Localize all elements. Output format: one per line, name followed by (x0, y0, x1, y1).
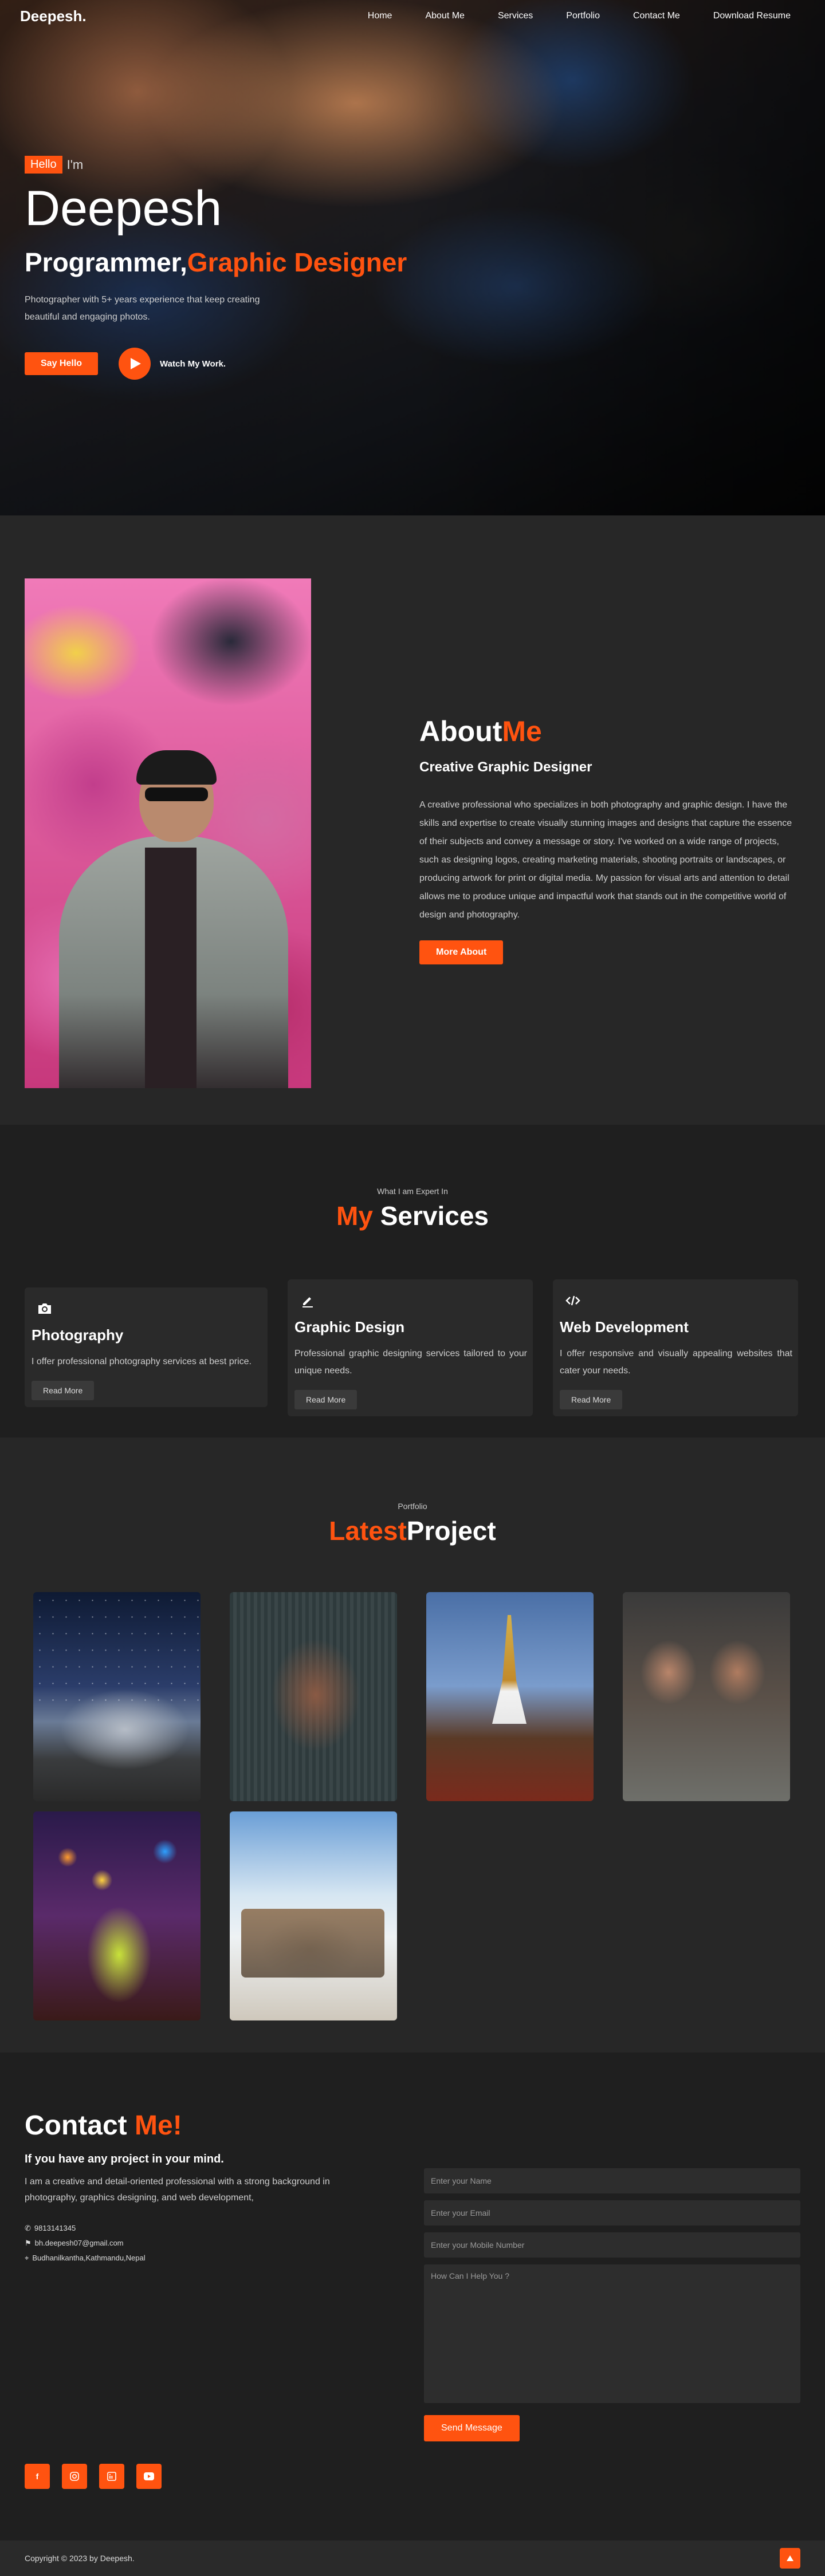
project-tile-wood-carving[interactable] (230, 1592, 397, 1801)
nav-link-about[interactable]: About Me (425, 11, 464, 21)
services-title-accent: My (336, 1201, 373, 1231)
email-input[interactable] (424, 2200, 800, 2226)
mobile-input[interactable] (424, 2232, 800, 2258)
service-card-graphic-design: Graphic Design Professional graphic desi… (288, 1279, 533, 1416)
nav-link-home[interactable]: Home (368, 11, 392, 21)
hero-description: Photographer with 5+ years experience th… (25, 295, 260, 322)
about-title: AboutMe (419, 715, 799, 748)
portfolio-title-plain: Project (406, 1516, 496, 1546)
about-portrait-image (25, 578, 311, 1088)
service-title: Web Development (560, 1318, 689, 1336)
nav-links: Home About Me Services Portfolio Contact… (368, 11, 791, 21)
camera-icon (36, 1300, 53, 1317)
portfolio-title: LatestProject (0, 1515, 825, 1546)
contact-subtitle: If you have any project in your mind. (25, 2153, 224, 2165)
hero-section: Hello I'm Deepesh Programmer,Graphic Des… (0, 0, 825, 515)
site-logo[interactable]: Deepesh. (20, 7, 87, 25)
more-about-button[interactable]: More About (419, 940, 504, 964)
hello-row: Hello I'm (25, 156, 407, 174)
im-text: I'm (66, 157, 84, 172)
portfolio-kicker: Portfolio (398, 1502, 427, 1511)
footer: Copyright © 2023 by Deepesh. (0, 2540, 825, 2576)
play-icon[interactable] (119, 348, 151, 380)
project-tile-truck-illustration[interactable] (230, 1811, 397, 2020)
portfolio-title-accent: Latest (329, 1516, 407, 1546)
linkedin-icon[interactable] (99, 2464, 124, 2489)
scroll-to-top-icon[interactable] (780, 2548, 800, 2569)
instagram-icon[interactable] (62, 2464, 87, 2489)
contact-title-plain: Contact (25, 2110, 127, 2141)
about-title-plain: About (419, 715, 502, 747)
phone-row: ✆ 9813141345 (25, 2221, 380, 2236)
phone-icon: ✆ (25, 2224, 31, 2232)
nav-link-contact[interactable]: Contact Me (633, 11, 680, 21)
address-row: ⌖ Budhanilkantha,Kathmandu,Nepal (25, 2251, 380, 2266)
say-hello-button[interactable]: Say Hello (25, 352, 99, 375)
contact-title-accent: Me! (135, 2110, 182, 2141)
about-text: AboutMe Creative Graphic Designer A crea… (419, 715, 799, 964)
facebook-icon[interactable]: f (25, 2464, 50, 2489)
role-accent: Graphic Designer (187, 247, 407, 277)
service-description: Professional graphic designing services … (294, 1349, 527, 1376)
read-more-button[interactable]: Read More (560, 1390, 623, 1409)
nav-link-services[interactable]: Services (498, 11, 533, 21)
read-more-button[interactable]: Read More (294, 1390, 358, 1409)
role-plain: Programmer, (25, 247, 187, 277)
phone-text[interactable]: 9813141345 (34, 2221, 76, 2236)
service-card-photography: Photography I offer professional photogr… (25, 1287, 268, 1407)
hero-actions: Say Hello Watch My Work. (25, 348, 407, 380)
about-subtitle: Creative Graphic Designer (419, 759, 592, 775)
address-text: Budhanilkantha,Kathmandu,Nepal (32, 2254, 146, 2262)
project-grid (33, 1592, 790, 2020)
social-links: f (25, 2464, 162, 2489)
project-tile-stupa[interactable] (426, 1592, 594, 1801)
contact-details: ✆ 9813141345 ⚑ bh.deepesh07@gmail.com ⌖ … (25, 2221, 380, 2266)
project-tile-motorbike[interactable] (33, 1811, 201, 2020)
services-section: What I am Expert In My Services Photogra… (0, 1125, 825, 1437)
read-more-button[interactable]: Read More (32, 1381, 95, 1400)
watch-work-link[interactable]: Watch My Work. (119, 348, 226, 380)
service-title: Graphic Design (294, 1318, 405, 1336)
send-message-button[interactable]: Send Message (424, 2415, 520, 2441)
location-pin-icon: ⌖ (25, 2254, 29, 2262)
about-section: AboutMe Creative Graphic Designer A crea… (0, 515, 825, 1125)
message-textarea[interactable] (424, 2264, 800, 2403)
hero-content: Hello I'm Deepesh Programmer,Graphic Des… (25, 156, 407, 380)
email-row: ⚑ bh.deepesh07@gmail.com (25, 2236, 380, 2251)
pen-icon (299, 1292, 316, 1309)
nav-link-download-resume[interactable]: Download Resume (713, 11, 791, 21)
about-paragraph: A creative professional who specializes … (419, 800, 792, 920)
hello-badge: Hello (25, 156, 62, 174)
services-title: My Services (0, 1200, 825, 1231)
contact-info: Contact Me! If you have any project in y… (25, 2110, 380, 2266)
hero-role: Programmer,Graphic Designer (25, 247, 407, 278)
service-title: Photography (32, 1326, 124, 1344)
flag-icon: ⚑ (25, 2239, 32, 2247)
email-text[interactable]: bh.deepesh07@gmail.com (35, 2236, 124, 2251)
name-input[interactable] (424, 2168, 800, 2193)
nav-link-portfolio[interactable]: Portfolio (566, 11, 600, 21)
top-navbar: Deepesh. Home About Me Services Portfoli… (0, 0, 825, 32)
service-cards: Photography I offer professional photogr… (25, 1279, 800, 1416)
contact-section: Contact Me! If you have any project in y… (0, 2053, 825, 2540)
contact-title: Contact Me! (25, 2110, 380, 2141)
service-card-web-development: Web Development I offer responsive and v… (553, 1279, 798, 1416)
watch-label: Watch My Work. (160, 359, 226, 369)
contact-paragraph: I am a creative and detail-oriented prof… (25, 2177, 330, 2203)
portfolio-section: Portfolio LatestProject (0, 1437, 825, 2053)
contact-form: Send Message (424, 2168, 800, 2441)
service-description: I offer responsive and visually appealin… (560, 1349, 792, 1376)
youtube-icon[interactable] (136, 2464, 162, 2489)
code-icon (564, 1292, 582, 1309)
copyright-text: Copyright © 2023 by Deepesh. (25, 2554, 135, 2563)
about-title-accent: Me (502, 715, 542, 747)
services-title-plain: Services (380, 1201, 489, 1231)
services-kicker: What I am Expert In (377, 1187, 448, 1196)
project-tile-night-mountain[interactable] (33, 1592, 201, 1801)
project-tile-elders[interactable] (623, 1592, 790, 1801)
hero-name: Deepesh (25, 181, 222, 236)
service-description: I offer professional photography service… (32, 1357, 252, 1366)
